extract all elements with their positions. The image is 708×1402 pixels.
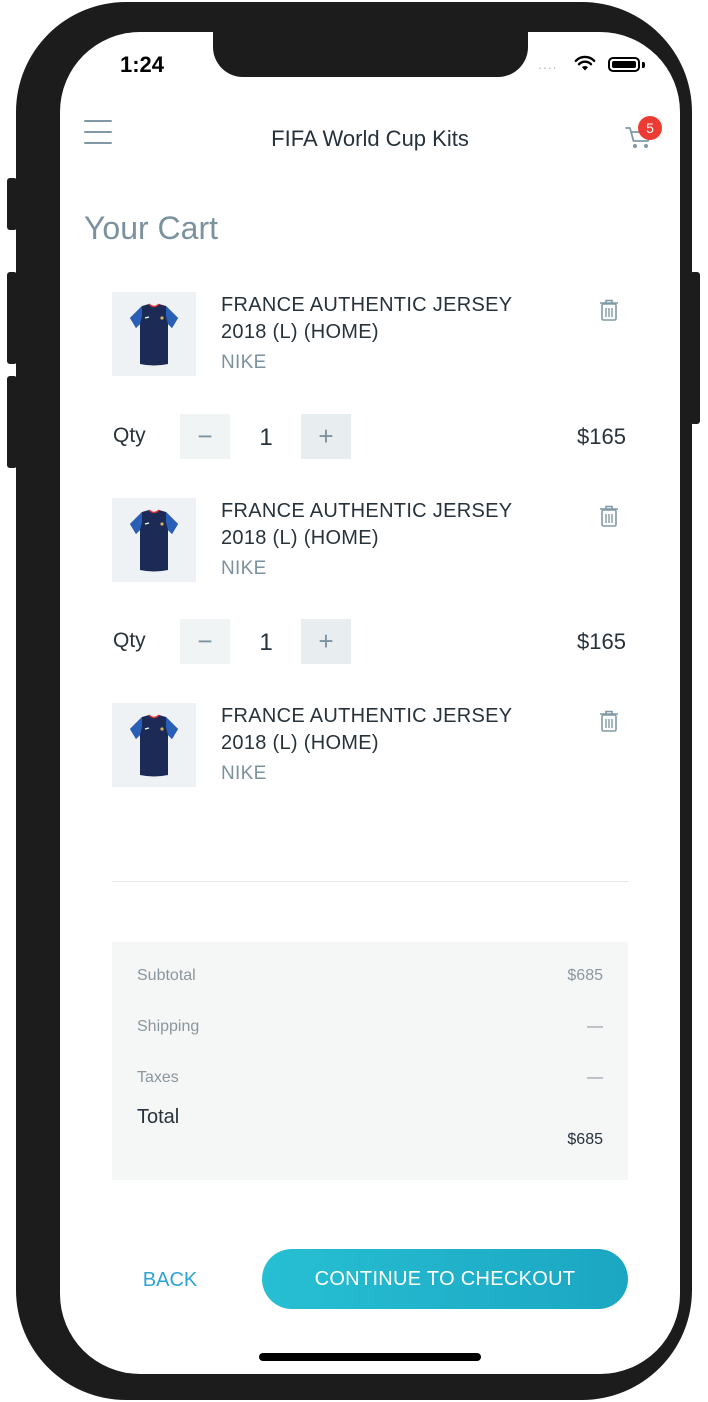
jersey-image (130, 509, 178, 572)
back-button[interactable]: BACK (120, 1250, 220, 1310)
taxes-label: Taxes (137, 1069, 179, 1086)
qty-value: 1 (259, 629, 273, 656)
product-name: FRANCE AUTHENTIC JERSEY 2018 (L) (HOME) (221, 294, 513, 343)
qty-label: Qty (113, 629, 146, 652)
qty-decrease-button[interactable]: − (180, 619, 230, 664)
continue-to-checkout-button[interactable]: CONTINUE TO CHECKOUT (262, 1249, 628, 1309)
shipping-value: — (587, 1018, 603, 1035)
item-price: $165 (577, 629, 626, 654)
product-brand: NIKE (221, 352, 267, 373)
product-name: FRANCE AUTHENTIC JERSEY 2018 (L) (HOME) (221, 500, 513, 549)
order-summary: Subtotal $685 Shipping — Taxes — Total $… (112, 942, 628, 1180)
product-image[interactable] (112, 703, 196, 787)
jersey-image (130, 303, 178, 366)
product-brand: NIKE (221, 558, 267, 579)
shipping-label: Shipping (137, 1018, 200, 1035)
wifi-icon (574, 55, 596, 71)
item-price: $165 (577, 424, 626, 449)
battery-icon (608, 57, 640, 72)
total-label: Total (137, 1106, 180, 1128)
notch (213, 32, 528, 77)
trash-icon[interactable] (598, 709, 620, 733)
total-value: $685 (567, 1131, 603, 1148)
page-title: Your Cart (84, 210, 218, 246)
trash-icon[interactable] (598, 504, 620, 528)
product-name: FRANCE AUTHENTIC JERSEY 2018 (L) (HOME) (221, 705, 513, 754)
signal-icon: .... (538, 56, 558, 72)
subtotal-value: $685 (567, 967, 603, 984)
home-indicator (259, 1353, 481, 1361)
divider (112, 881, 628, 882)
battery-tip (642, 62, 645, 68)
qty-value: 1 (259, 424, 273, 451)
product-brand: NIKE (221, 763, 267, 784)
subtotal-label: Subtotal (137, 967, 196, 984)
status-time: 1:24 (120, 52, 165, 77)
jersey-image (130, 714, 178, 777)
taxes-value: — (587, 1069, 603, 1086)
qty-decrease-button[interactable]: − (180, 414, 230, 459)
qty-increase-button[interactable]: + (301, 619, 351, 664)
screen: 1:24 .... FIFA World Cup Kits 5 Your Car… (60, 32, 680, 1374)
qty-label: Qty (113, 424, 146, 447)
app-title: FIFA World Cup Kits (271, 126, 469, 151)
product-image[interactable] (112, 498, 196, 582)
cart-badge: 5 (638, 116, 662, 140)
product-image[interactable] (112, 292, 196, 376)
trash-icon[interactable] (598, 298, 620, 322)
qty-increase-button[interactable]: + (301, 414, 351, 459)
phone-frame: 1:24 .... FIFA World Cup Kits 5 Your Car… (16, 2, 692, 1400)
